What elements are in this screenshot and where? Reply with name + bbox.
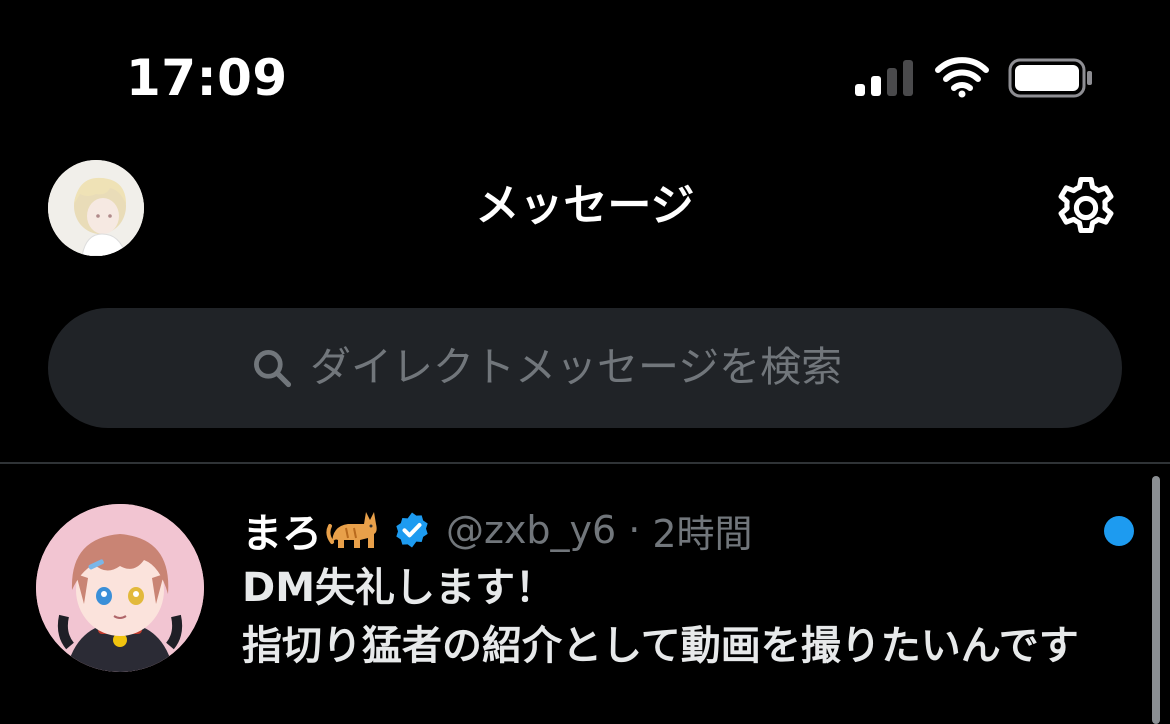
message-preview-line: DM失礼します！ — [242, 565, 556, 611]
conversation-item[interactable]: まろ @zxb_y6 · 2時間 DM失礼します！ 指切り猛者の紹介として動画を… — [0, 464, 1170, 724]
message-time: 2時間 — [652, 511, 753, 556]
cat-icon — [326, 512, 377, 548]
dm-screen: 17:09 メッセージ ダイレクトメッセージを検索 まろ @zxb_y6 · 2… — [0, 0, 1170, 724]
search-placeholder: ダイレクトメッセージを検索 — [310, 343, 843, 391]
settings-button[interactable] — [1050, 172, 1122, 244]
battery-icon — [1008, 58, 1092, 98]
search-input[interactable]: ダイレクトメッセージを検索 — [48, 308, 1122, 428]
status-time: 17:09 — [126, 49, 288, 107]
page-title: メッセージ — [475, 180, 695, 231]
gear-icon — [1058, 176, 1114, 234]
scrollbar[interactable] — [1152, 476, 1160, 724]
conversation-header: まろ @zxb_y6 · 2時間 — [242, 502, 753, 558]
conversation-avatar[interactable] — [36, 504, 204, 672]
message-preview-line: 指切り猛者の紹介として動画を撮りたいんです — [242, 623, 1079, 669]
sender-name: まろ — [242, 511, 322, 557]
search-icon — [254, 350, 292, 388]
wifi-icon — [935, 57, 989, 98]
header: メッセージ — [0, 150, 1170, 272]
cellular-signal-icon — [855, 60, 913, 96]
avatar-illustration — [36, 504, 204, 672]
sender-handle: @zxb_y6 — [446, 508, 617, 552]
status-bar: 17:09 — [0, 0, 1170, 150]
unread-indicator — [1104, 516, 1134, 546]
verified-badge-icon — [396, 512, 428, 548]
separator-dot: · — [628, 508, 641, 552]
